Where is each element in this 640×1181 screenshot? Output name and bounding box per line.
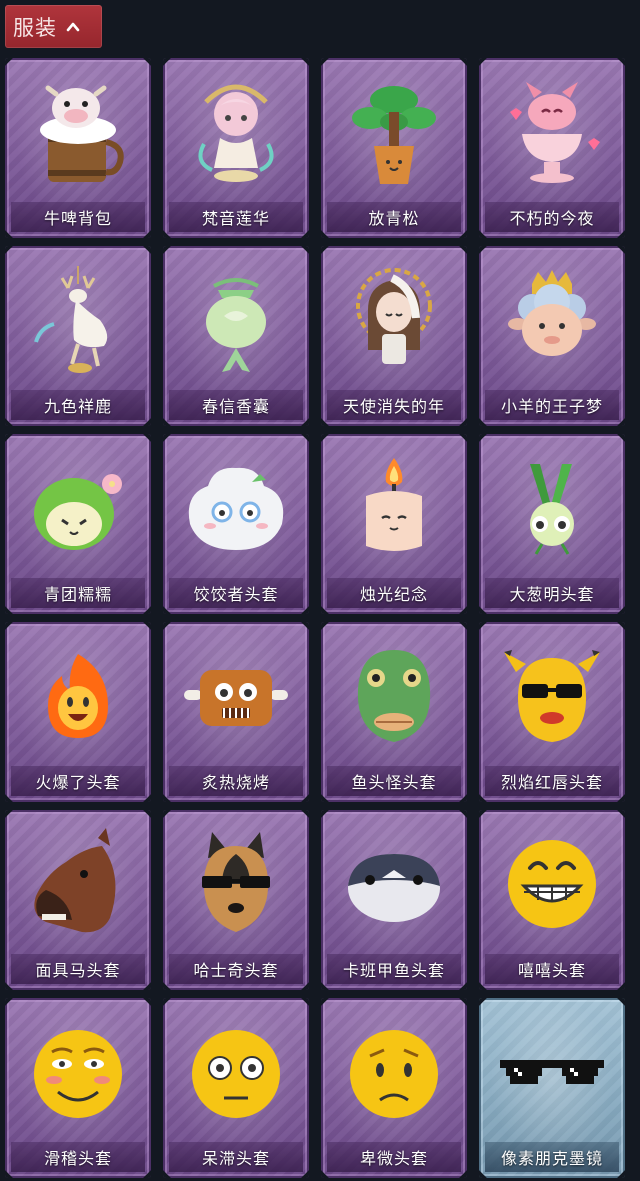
costume-card[interactable]: 天使消失的年	[321, 246, 467, 426]
costume-card[interactable]: 青团糯糯	[5, 434, 151, 614]
green-sachet-icon	[206, 278, 266, 372]
costume-name: 滑稽头套	[43, 1149, 112, 1168]
costume-name: 卑微头套	[359, 1149, 428, 1168]
cow-beer-backpack-icon	[40, 85, 124, 182]
costume-card[interactable]: 滑稽头套	[5, 998, 151, 1178]
costume-card[interactable]: 烈焰红唇头套	[479, 622, 625, 802]
lotus-fairy-figure-icon	[198, 84, 274, 182]
fire-head-icon	[48, 654, 108, 738]
costume-card[interactable]: 哈士奇头套	[163, 810, 309, 990]
costume-name: 哈士奇头套	[193, 961, 279, 980]
crowned-sheep-icon	[508, 270, 596, 356]
yellow-mask-sunglasses-icon	[504, 650, 600, 742]
costume-card[interactable]: 放青松	[321, 58, 467, 238]
stunned-emoji-head-icon	[192, 1030, 280, 1118]
husky-head-icon	[202, 832, 270, 932]
grilled-meat-head-icon	[184, 670, 288, 726]
costume-name: 梵音莲华	[201, 209, 270, 228]
costume-name: 鱼头怪头套	[351, 773, 437, 792]
dumpling-head-icon	[188, 467, 284, 550]
green-onion-head-icon	[530, 464, 574, 555]
costume-card[interactable]: 卡班甲鱼头套	[321, 810, 467, 990]
pink-fox-in-bowl-icon	[510, 82, 600, 183]
costume-card[interactable]: 像素朋克墨镜	[479, 998, 625, 1178]
fish-mask-head-icon	[357, 650, 431, 742]
costume-card[interactable]: 九色祥鹿	[5, 246, 151, 426]
costume-name: 小羊的王子梦	[500, 397, 603, 416]
costume-category-tab[interactable]: 服装	[5, 5, 102, 48]
costume-card[interactable]: 烛光纪念	[321, 434, 467, 614]
costume-name: 嘻嘻头套	[517, 961, 586, 980]
costume-name: 烛光纪念	[359, 585, 428, 604]
costume-card[interactable]: 呆滞头套	[163, 998, 309, 1178]
costume-name: 放青松	[368, 209, 420, 228]
pixel-sunglasses-icon	[500, 1060, 604, 1084]
potted-pine-tree-icon	[352, 86, 436, 184]
costume-name: 面具马头套	[35, 961, 121, 980]
funny-emoji-head-icon	[34, 1030, 122, 1118]
round-fish-head-icon	[348, 854, 440, 922]
humble-emoji-head-icon	[350, 1030, 438, 1118]
costume-name: 天使消失的年	[342, 397, 445, 416]
costume-card[interactable]: 春信香囊	[163, 246, 309, 426]
grin-emoji-head-icon	[508, 840, 596, 928]
deer-ornament-icon	[34, 266, 108, 373]
chevron-up-icon	[66, 22, 80, 31]
costume-name: 不朽的今夜	[509, 209, 595, 228]
costume-name: 火爆了头套	[35, 773, 121, 792]
costume-card[interactable]: 卑微头套	[321, 998, 467, 1178]
angel-girl-figure-icon	[356, 268, 432, 364]
costume-name: 九色祥鹿	[43, 397, 112, 416]
costume-card[interactable]: 嘻嘻头套	[479, 810, 625, 990]
green-rice-ball-head-icon	[34, 474, 122, 550]
costume-grid: 牛啤背包 梵音莲华 放青松 不朽的今夜 九色祥鹿 春信香囊 天使消失的年 小羊的…	[5, 58, 625, 1178]
costume-name: 像素朋克墨镜	[500, 1149, 603, 1168]
costume-name: 青团糯糯	[43, 585, 112, 604]
costume-name: 饺饺者头套	[193, 585, 279, 604]
costume-name: 牛啤背包	[43, 209, 112, 228]
category-title: 服装	[13, 15, 57, 40]
costume-card[interactable]: 面具马头套	[5, 810, 151, 990]
costume-name: 卡班甲鱼头套	[342, 961, 445, 980]
costume-card[interactable]: 不朽的今夜	[479, 58, 625, 238]
costume-card[interactable]: 饺饺者头套	[163, 434, 309, 614]
costume-card[interactable]: 鱼头怪头套	[321, 622, 467, 802]
costume-card[interactable]: 炙热烧烤	[163, 622, 309, 802]
candle-head-icon	[366, 458, 422, 551]
costume-card[interactable]: 大葱明头套	[479, 434, 625, 614]
costume-name: 炙热烧烤	[201, 773, 270, 792]
horse-mask-head-icon	[34, 828, 116, 933]
costume-name: 大葱明头套	[509, 585, 595, 604]
costume-card[interactable]: 牛啤背包	[5, 58, 151, 238]
costume-name: 烈焰红唇头套	[500, 773, 603, 792]
costume-name: 春信香囊	[201, 397, 270, 416]
costume-card[interactable]: 火爆了头套	[5, 622, 151, 802]
costume-name: 呆滞头套	[201, 1149, 270, 1168]
costume-card[interactable]: 梵音莲华	[163, 58, 309, 238]
costume-card[interactable]: 小羊的王子梦	[479, 246, 625, 426]
